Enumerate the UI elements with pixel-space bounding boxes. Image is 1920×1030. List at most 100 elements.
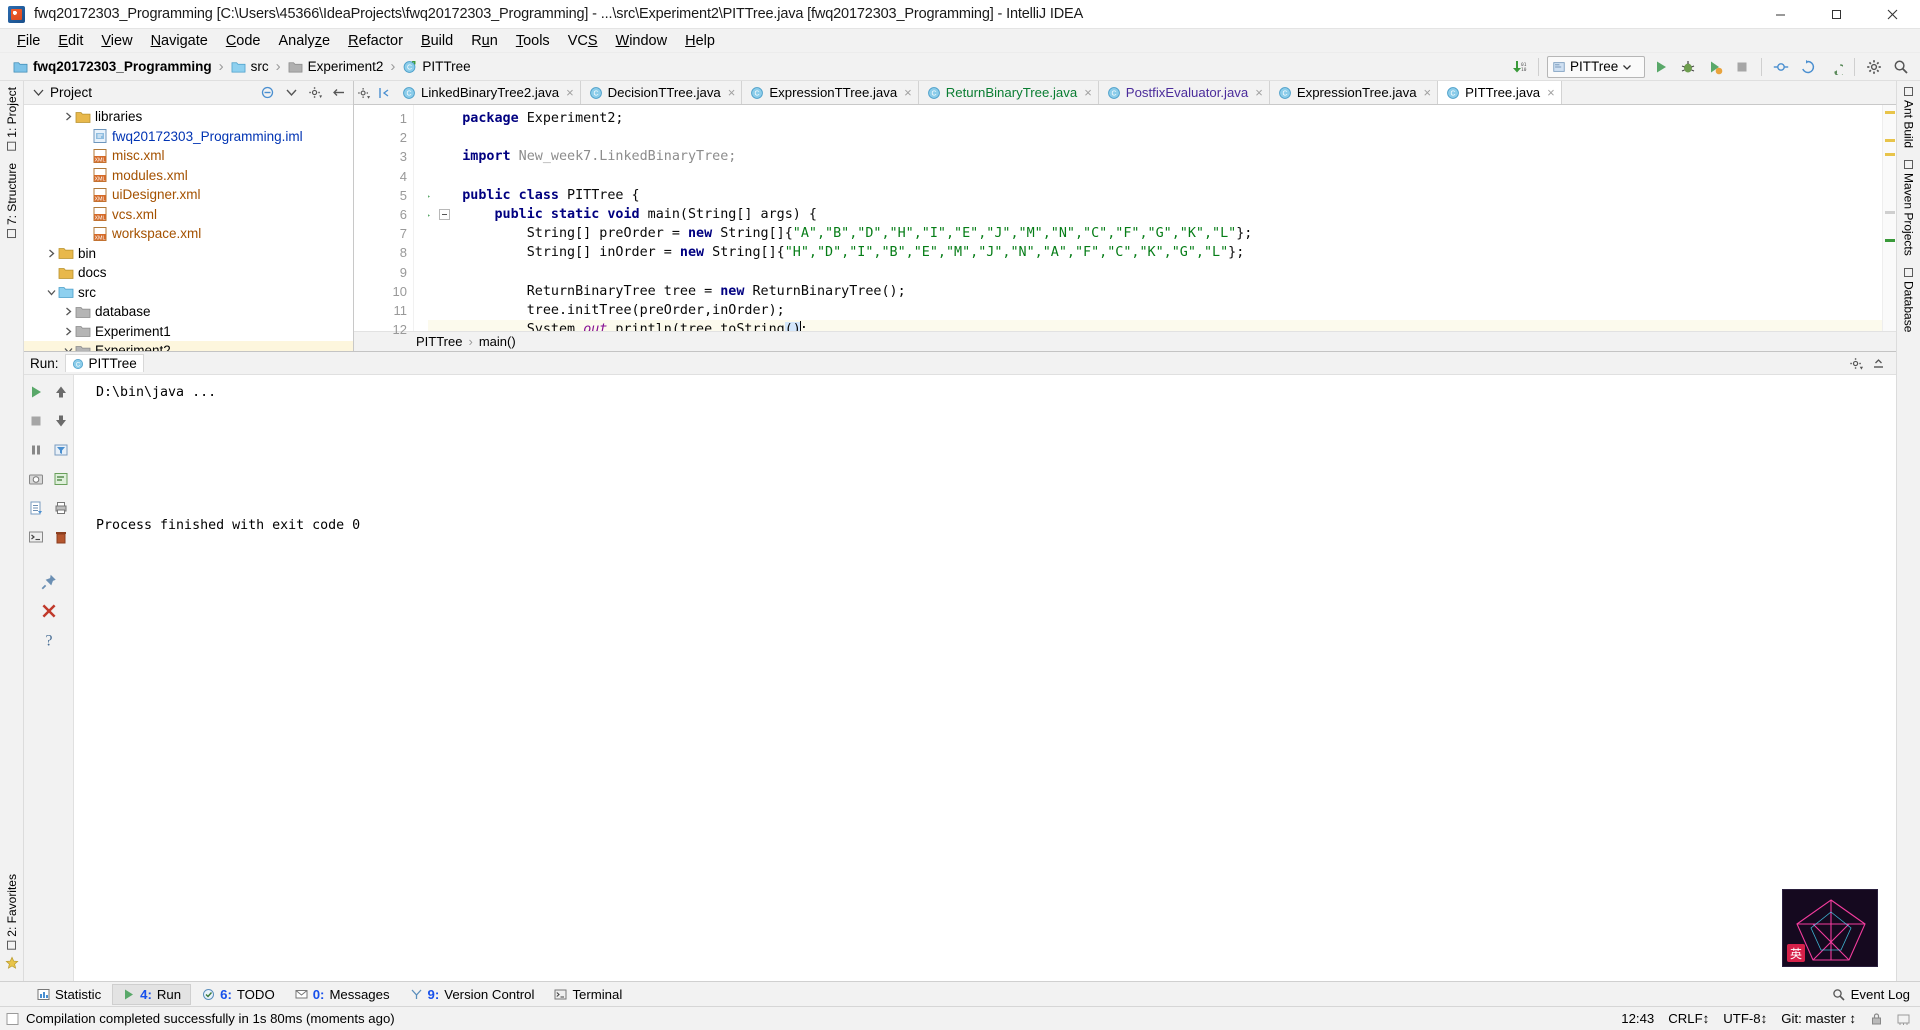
menu-item-analyze[interactable]: Analyze: [270, 30, 340, 52]
hide-icon[interactable]: [330, 83, 349, 102]
breadcrumb-item-fwq20172303-programming[interactable]: fwq20172303_Programming: [10, 58, 215, 75]
menu-item-build[interactable]: Build: [412, 30, 462, 52]
vcs-rollback-icon[interactable]: [1824, 56, 1846, 78]
lock-icon[interactable]: [1870, 1012, 1883, 1026]
menu-item-edit[interactable]: Edit: [49, 30, 92, 52]
bottom-tab-statistic[interactable]: Statistic: [28, 984, 110, 1005]
chevron-down-icon[interactable]: [62, 344, 75, 351]
close-tab-icon[interactable]: ×: [566, 85, 574, 100]
editor-tab-decisionttree[interactable]: CDecisionTTree.java×: [581, 81, 743, 104]
code-content[interactable]: package Experiment2; import New_week7.Li…: [428, 105, 1882, 331]
update-project-icon[interactable]: 01 10: [1508, 56, 1530, 78]
event-log-button[interactable]: Event Log: [1832, 987, 1920, 1002]
stop-icon[interactable]: [1731, 56, 1753, 78]
code-line-7[interactable]: String[] preOrder = new String[]{"A","B"…: [428, 224, 1882, 243]
editor-tab-returnbinarytree[interactable]: CReturnBinaryTree.java×: [919, 81, 1099, 104]
tree-node-uidesigner-xml[interactable]: XMLuiDesigner.xml: [24, 185, 353, 205]
editor-breadcrumb[interactable]: PITTree › main(): [354, 331, 1896, 351]
menu-item-vcs[interactable]: VCS: [559, 30, 607, 52]
scroll-down-icon[interactable]: [50, 410, 72, 432]
inspection-icon[interactable]: [6, 1012, 19, 1026]
debug-icon[interactable]: [1677, 56, 1699, 78]
settings-icon[interactable]: [1863, 56, 1885, 78]
minimize-icon[interactable]: [1752, 0, 1808, 29]
chevron-right-icon[interactable]: [62, 325, 75, 338]
favorites-star-icon[interactable]: [5, 956, 19, 975]
tree-node-experiment1[interactable]: Experiment1: [24, 322, 353, 342]
menu-item-run[interactable]: Run: [462, 30, 507, 52]
bottom-tab-todo[interactable]: 6:TODO: [193, 984, 284, 1005]
print-icon[interactable]: [50, 497, 72, 519]
menu-item-tools[interactable]: Tools: [507, 30, 559, 52]
code-line-2[interactable]: [428, 128, 1882, 147]
tree-node-vcs-xml[interactable]: XMLvcs.xml: [24, 205, 353, 225]
hide-icon[interactable]: [1869, 354, 1888, 373]
breadcrumb-item-src[interactable]: src: [228, 58, 272, 75]
console-icon[interactable]: [25, 526, 47, 548]
code-line-12[interactable]: System.out.println(tree.toString();: [428, 320, 1882, 331]
editor-tab-postfixevaluator[interactable]: CPostfixEvaluator.java×: [1099, 81, 1270, 104]
code-line-11[interactable]: tree.initTree(preOrder,inOrder);: [428, 301, 1882, 320]
tree-node-database[interactable]: database: [24, 302, 353, 322]
vcs-commit-icon[interactable]: [1770, 56, 1792, 78]
menu-item-navigate[interactable]: Navigate: [142, 30, 217, 52]
tree-node-bin[interactable]: bin: [24, 244, 353, 264]
encoding-indicator[interactable]: UTF-8↕: [1723, 1011, 1767, 1026]
breadcrumb-item-experiment2[interactable]: Experiment2: [285, 58, 387, 75]
editor-tab-expressionttree[interactable]: CExpressionTTree.java×: [742, 81, 918, 104]
code-line-10[interactable]: ReturnBinaryTree tree = new ReturnBinary…: [428, 282, 1882, 301]
trash-icon[interactable]: [50, 526, 72, 548]
tree-node-src[interactable]: src: [24, 283, 353, 303]
tool-window-project[interactable]: 1: Project: [2, 81, 22, 157]
menu-item-window[interactable]: Window: [607, 30, 677, 52]
breadcrumb-item-pittree[interactable]: CPITTree: [399, 58, 473, 75]
run-tab-pittree[interactable]: C PITTree: [65, 354, 144, 372]
select-opened-file-icon[interactable]: [374, 81, 394, 104]
chevron-right-icon[interactable]: [45, 247, 58, 260]
tool-window-maven[interactable]: Maven Projects: [1899, 154, 1919, 262]
breadcrumb-method[interactable]: main(): [479, 334, 516, 349]
menu-item-help[interactable]: Help: [676, 30, 724, 52]
settings-gear-icon[interactable]: [306, 83, 325, 102]
menu-item-refactor[interactable]: Refactor: [339, 30, 412, 52]
code-line-4[interactable]: [428, 167, 1882, 186]
close-tab-icon[interactable]: ×: [1084, 85, 1092, 100]
filter-icon[interactable]: [50, 439, 72, 461]
run-console-output[interactable]: 英 D:\bin\java ... Process finished with …: [74, 375, 1896, 981]
tool-window-ant-build[interactable]: Ant Build: [1899, 81, 1919, 154]
code-line-6[interactable]: public static void main(String[] args) {: [428, 205, 1882, 224]
code-line-1[interactable]: package Experiment2;: [428, 109, 1882, 128]
close-tab-icon[interactable]: ×: [1424, 85, 1432, 100]
code-line-9[interactable]: [428, 263, 1882, 282]
line-separator-indicator[interactable]: CRLF↕: [1668, 1011, 1709, 1026]
editor-tab-pittree[interactable]: CPITTree.java×: [1438, 81, 1562, 104]
memory-indicator-icon[interactable]: [1897, 1012, 1910, 1026]
bottom-tab-terminal[interactable]: Terminal: [545, 984, 631, 1005]
tree-node-fwq20172303-programming-iml[interactable]: fwq20172303_Programming.iml: [24, 127, 353, 147]
settings-gear-icon[interactable]: [1847, 354, 1866, 373]
close-tab-icon[interactable]: ×: [728, 85, 736, 100]
chevron-right-icon[interactable]: [62, 305, 75, 318]
close-tab-icon[interactable]: ×: [1255, 85, 1263, 100]
code-editor[interactable]: 123456789101112 package Experiment2; imp…: [354, 105, 1896, 331]
bottom-tab-version-control[interactable]: 9:Version Control: [401, 984, 544, 1005]
run-coverage-icon[interactable]: [1704, 56, 1726, 78]
chevron-right-icon[interactable]: [62, 110, 75, 123]
export-icon[interactable]: [25, 497, 47, 519]
pin-icon[interactable]: [38, 571, 60, 593]
close-icon[interactable]: [1864, 0, 1920, 29]
camera-icon[interactable]: [25, 468, 47, 490]
project-title-chevron-icon[interactable]: [32, 86, 45, 99]
tool-window-structure[interactable]: 7: Structure: [2, 157, 22, 244]
tool-window-database[interactable]: Database: [1899, 262, 1919, 338]
tool-window-favorites[interactable]: 2: Favorites: [2, 868, 22, 956]
expand-all-icon[interactable]: [282, 83, 301, 102]
close-tab-icon[interactable]: ×: [1547, 85, 1555, 100]
editor-scrollbar[interactable]: [1882, 105, 1896, 331]
help-icon[interactable]: ?: [38, 629, 60, 651]
code-line-3[interactable]: import New_week7.LinkedBinaryTree;: [428, 147, 1882, 166]
tree-node-misc-xml[interactable]: XMLmisc.xml: [24, 146, 353, 166]
menu-item-file[interactable]: File: [8, 30, 49, 52]
breadcrumb-class[interactable]: PITTree: [416, 334, 462, 349]
editor-settings-gear-icon[interactable]: [354, 81, 374, 104]
